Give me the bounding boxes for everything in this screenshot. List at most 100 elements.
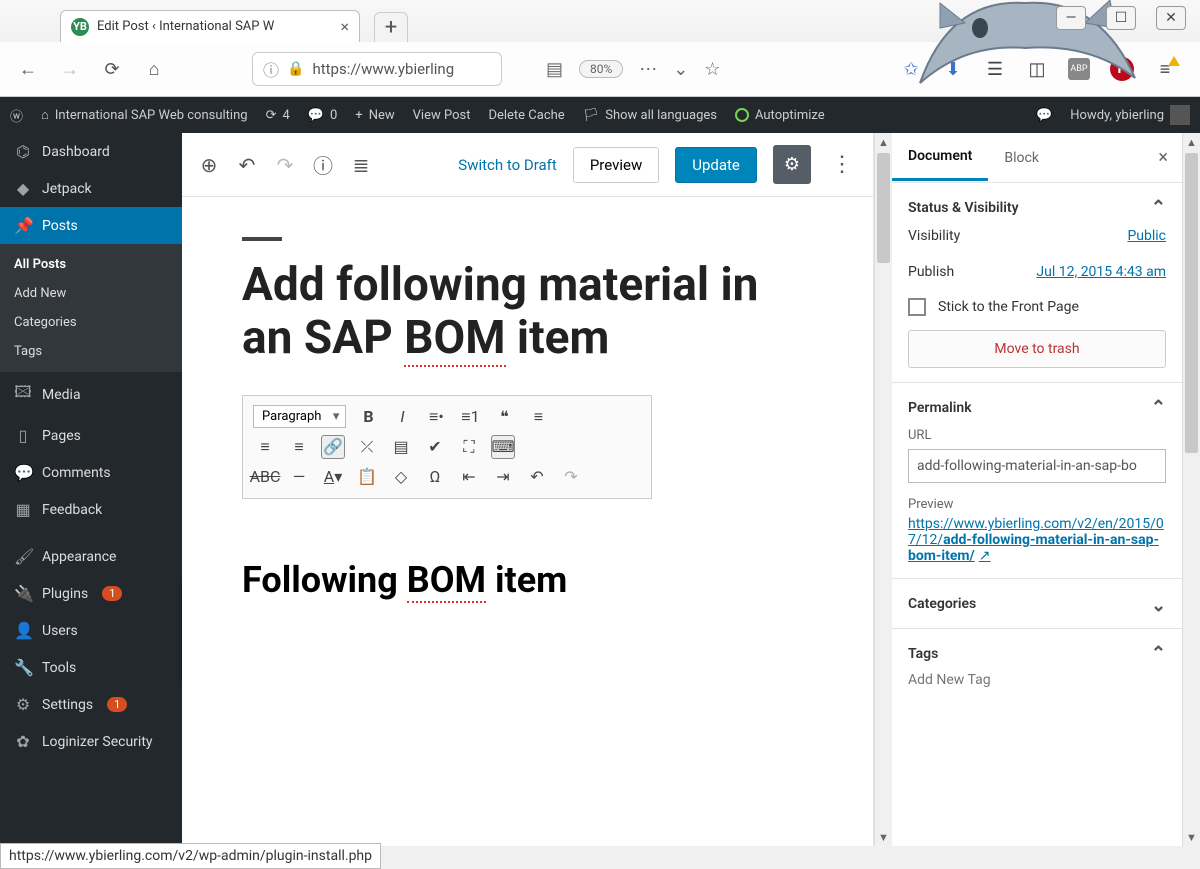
align-left2-icon[interactable]: ≡ bbox=[253, 435, 277, 459]
info-icon[interactable]: ⓘ bbox=[263, 57, 279, 81]
sidebar-item-media[interactable]: 🖾Media bbox=[0, 372, 182, 417]
reload-button[interactable]: ⟳ bbox=[98, 55, 126, 83]
permalink-head[interactable]: Permalink⌃ bbox=[908, 397, 1166, 418]
quote-icon[interactable]: ❝ bbox=[492, 405, 516, 429]
undo2-icon[interactable]: ↶ bbox=[525, 465, 549, 489]
add-tag-input[interactable] bbox=[908, 664, 1166, 696]
reader-mode-icon[interactable]: ▤ bbox=[546, 59, 563, 80]
preview-button[interactable]: Preview bbox=[573, 147, 659, 183]
downloads-icon[interactable]: ⬇ bbox=[942, 58, 964, 80]
sidebar-item-comments[interactable]: 💬Comments bbox=[0, 454, 182, 491]
checkbox-icon[interactable] bbox=[908, 298, 926, 316]
panel-scrollbar[interactable]: ▲ ▼ bbox=[1182, 133, 1200, 846]
status-head[interactable]: Status & Visibility⌃ bbox=[908, 197, 1166, 218]
wp-logo-icon[interactable]: ⓦ bbox=[10, 106, 23, 125]
scroll-up-icon[interactable]: ▲ bbox=[875, 133, 892, 151]
tab-document[interactable]: Document bbox=[892, 134, 988, 181]
sidebar-item-pages[interactable]: ▯Pages bbox=[0, 417, 182, 454]
insert-more-icon[interactable]: ▤ bbox=[389, 435, 413, 459]
close-window-button[interactable]: ✕ bbox=[1156, 6, 1186, 30]
home-button[interactable]: ⌂ bbox=[140, 55, 168, 83]
comments-link[interactable]: 💬 0 bbox=[308, 108, 338, 123]
spellcheck-icon[interactable]: ✔ bbox=[423, 435, 447, 459]
scroll-down-icon[interactable]: ▼ bbox=[1183, 828, 1200, 846]
post-title[interactable]: Add following material in an SAP BOM ite… bbox=[242, 259, 813, 365]
close-panel-icon[interactable]: × bbox=[1144, 133, 1182, 182]
browser-tab[interactable]: YB Edit Post ‹ International SAP W × bbox=[60, 10, 360, 42]
kebab-menu-icon[interactable]: ⋮ bbox=[827, 152, 857, 177]
special-char-icon[interactable]: Ω bbox=[423, 465, 447, 489]
scroll-thumb[interactable] bbox=[877, 153, 890, 263]
link-icon[interactable]: 🔗 bbox=[321, 435, 345, 459]
clear-format-icon[interactable]: ◇ bbox=[389, 465, 413, 489]
permalink-preview[interactable]: https://www.ybierling.com/v2/en/2015/07/… bbox=[908, 516, 1166, 564]
publish-date[interactable]: Jul 12, 2015 4:43 am bbox=[1036, 264, 1166, 280]
move-to-trash-button[interactable]: Move to trash bbox=[908, 330, 1166, 368]
update-button[interactable]: Update bbox=[675, 147, 757, 183]
minimize-button[interactable]: — bbox=[1056, 6, 1086, 30]
sidebar-item-jetpack[interactable]: ◆Jetpack bbox=[0, 170, 182, 207]
settings-gear-button[interactable]: ⚙ bbox=[773, 145, 811, 184]
updates-link[interactable]: ⟳ 4 bbox=[266, 108, 290, 123]
categories-head[interactable]: Categories⌃ bbox=[908, 593, 1166, 614]
redo-icon[interactable]: ↷ bbox=[274, 154, 296, 176]
textcolor-icon[interactable]: A ▾ bbox=[321, 465, 345, 489]
submenu-tags[interactable]: Tags bbox=[0, 337, 182, 366]
ol-icon[interactable]: ≡1 bbox=[458, 405, 482, 429]
align-right-icon[interactable]: ≡ bbox=[287, 435, 311, 459]
autoptimize-link[interactable]: Autoptimize bbox=[735, 108, 825, 123]
switch-draft-link[interactable]: Switch to Draft bbox=[458, 156, 557, 174]
bold-icon[interactable]: B bbox=[356, 405, 380, 429]
site-link[interactable]: ⌂ International SAP Web consulting bbox=[41, 107, 248, 123]
sidebar-item-dashboard[interactable]: ⌬Dashboard bbox=[0, 133, 182, 170]
outdent-icon[interactable]: ⇤ bbox=[457, 465, 481, 489]
submenu-categories[interactable]: Categories bbox=[0, 308, 182, 337]
address-bar[interactable]: ⓘ 🔒 https://www.ybierling bbox=[252, 52, 502, 86]
slug-input[interactable] bbox=[908, 449, 1166, 483]
pinterest-icon[interactable]: P bbox=[1110, 57, 1134, 81]
heading-block[interactable]: Following BOM item bbox=[242, 559, 813, 601]
visibility-value[interactable]: Public bbox=[1127, 228, 1166, 244]
zoom-level[interactable]: 80% bbox=[579, 60, 623, 78]
comment-notif-icon[interactable]: 💬 bbox=[1036, 108, 1052, 123]
info-icon[interactable]: ⓘ bbox=[312, 154, 334, 176]
close-tab-icon[interactable]: × bbox=[340, 17, 349, 36]
sidebar-item-plugins[interactable]: 🔌Plugins1 Installed Plugins Add New Edit… bbox=[0, 575, 182, 612]
sidebar-item-appearance[interactable]: 🖌Appearance bbox=[0, 538, 182, 575]
scroll-thumb[interactable] bbox=[1185, 153, 1198, 453]
tags-head[interactable]: Tags⌃ bbox=[908, 643, 1166, 664]
delete-cache-link[interactable]: Delete Cache bbox=[488, 108, 564, 123]
submenu-add-new[interactable]: Add New bbox=[0, 279, 182, 308]
indent-icon[interactable]: ⇥ bbox=[491, 465, 515, 489]
library-icon[interactable]: ☰ bbox=[984, 58, 1006, 80]
sidebar-item-posts[interactable]: 📌Posts bbox=[0, 207, 182, 244]
undo-icon[interactable]: ↶ bbox=[236, 154, 258, 176]
tab-block[interactable]: Block bbox=[988, 136, 1055, 180]
new-tab-button[interactable]: + bbox=[374, 12, 408, 42]
sidebar-icon[interactable]: ◫ bbox=[1026, 58, 1048, 80]
ul-icon[interactable]: ≡• bbox=[424, 405, 448, 429]
abp-icon[interactable]: ABP bbox=[1068, 58, 1090, 80]
add-block-icon[interactable]: ⊕ bbox=[198, 154, 220, 176]
sidebar-item-users[interactable]: 👤Users bbox=[0, 612, 182, 649]
maximize-button[interactable]: ☐ bbox=[1106, 6, 1136, 30]
editor-body[interactable]: Add following material in an SAP BOM ite… bbox=[182, 197, 873, 846]
stick-checkbox-row[interactable]: Stick to the Front Page bbox=[908, 290, 1166, 324]
block-type-select[interactable]: Paragraph bbox=[253, 405, 346, 428]
fullscreen-icon[interactable]: ⛶ bbox=[457, 435, 481, 459]
sidebar-item-settings[interactable]: ⚙Settings1 bbox=[0, 686, 182, 723]
back-button[interactable]: ← bbox=[14, 55, 42, 83]
bookmark-star-icon[interactable]: ☆ bbox=[704, 59, 720, 80]
new-link[interactable]: + New bbox=[355, 108, 394, 123]
howdy-link[interactable]: Howdy, ybierling bbox=[1070, 105, 1190, 125]
strike-icon[interactable]: ABC bbox=[253, 465, 277, 489]
editor-scrollbar[interactable]: ▲ ▼ bbox=[874, 133, 892, 846]
italic-icon[interactable]: I bbox=[390, 405, 414, 429]
bookmarks-star-icon[interactable]: ✩ bbox=[900, 58, 922, 80]
pocket-icon[interactable]: ⌄ bbox=[673, 59, 688, 80]
more-icon[interactable]: ⋯ bbox=[639, 59, 657, 80]
align-left-icon[interactable]: ≡ bbox=[526, 405, 550, 429]
scroll-down-icon[interactable]: ▼ bbox=[875, 828, 892, 846]
outline-icon[interactable]: ≣ bbox=[350, 154, 372, 176]
sidebar-item-loginizer[interactable]: ✿Loginizer Security bbox=[0, 723, 182, 760]
